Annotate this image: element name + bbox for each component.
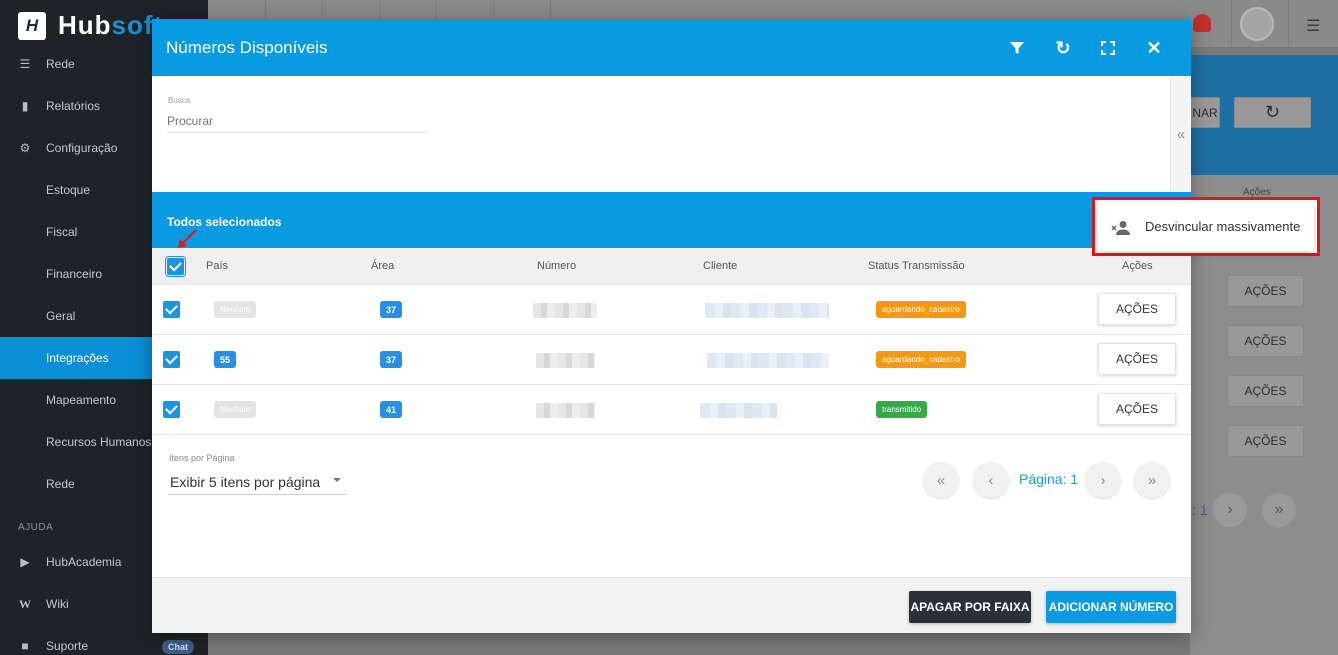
refresh-icon[interactable]: ↻ [1052,37,1074,59]
column-header-acoes: Ações [1122,260,1153,272]
add-number-button[interactable]: ADICIONAR NÚMERO [1046,591,1176,623]
logo-text-hub: Hub [58,10,112,40]
next-page-icon[interactable]: › [1085,462,1121,498]
menu-list-icon[interactable]: ☰ [1306,16,1320,36]
delete-range-button[interactable]: APAGAR POR FAIXA [909,591,1031,623]
column-header-cliente: Cliente [703,260,738,272]
row-checkbox[interactable] [163,351,180,368]
modal-title: Números Disponíveis [166,37,328,57]
bulk-actions-menu: Desvincular massivamente [1092,197,1320,256]
bulk-unlink-label: Desvincular massivamente [1145,219,1301,234]
bg-acoes-button[interactable]: AÇÕES [1227,375,1304,407]
server-icon: ☰ [19,57,31,71]
collapse-panel-icon[interactable]: « [1170,76,1191,192]
last-page-icon[interactable]: » [1134,462,1170,498]
search-input[interactable] [167,109,427,133]
logo[interactable]: H Hubsoft [18,10,163,41]
bg-acoes-button[interactable]: AÇÕES [1227,275,1304,307]
notification-bell-icon[interactable] [1193,14,1211,32]
hubsoft-logo-icon: H [18,11,46,40]
items-per-page-select[interactable]: Exibir 5 itens por página [168,469,347,495]
remove-user-icon [1111,221,1130,235]
table-row: 55 37 aguardando_cadastro AÇÕES [152,335,1191,385]
column-header-pais: País [206,260,229,272]
close-icon[interactable]: ✕ [1143,37,1165,59]
modal-footer: APAGAR POR FAIXA ADICIONAR NÚMERO [152,577,1191,633]
area-badge: 37 [380,351,403,368]
select-all-checkbox[interactable] [165,256,186,277]
selection-status-text: Todos selecionados [167,215,282,229]
bg-next-page-icon[interactable]: › [1213,493,1247,527]
user-avatar[interactable] [1240,7,1274,41]
country-badge: Nenhum [214,401,257,418]
redacted-number [536,353,595,368]
document-icon: ▮ [21,99,29,113]
filter-icon[interactable] [1006,37,1028,59]
bulk-unlink-menu-item[interactable]: Desvincular massivamente [1098,203,1314,251]
country-badge: Nenhum [214,301,257,318]
chat-icon: ■ [21,639,29,653]
search-label: Busca [168,96,191,105]
gear-icon: ⚙ [19,141,31,155]
status-badge: aguardando_cadastro [876,301,966,318]
youtube-icon: ▶ [20,555,30,569]
redacted-number [536,403,595,418]
row-checkbox[interactable] [163,401,180,418]
row-checkbox[interactable] [163,301,180,318]
column-header-area: Área [371,260,395,272]
page-indicator: Página: 1 [1019,471,1079,487]
redacted-number [533,303,597,318]
status-badge: aguardando_cadastro [876,351,966,368]
bg-refresh-button[interactable]: ↻ [1234,97,1311,128]
bg-partial-button[interactable]: NAR [1190,97,1220,128]
caret-down-icon [333,478,341,482]
column-header-numero: Número [537,260,577,272]
redacted-client-link[interactable] [705,303,829,318]
actions-button[interactable]: AÇÕES [1098,393,1176,425]
area-badge: 41 [380,401,403,418]
search-area: Busca [152,76,1170,192]
chat-badge: Chat [162,640,194,654]
section-ajuda: AJUDA [18,522,54,533]
column-header-status: Status Transmissão [868,260,965,272]
items-per-page-label: Itens por Página [169,453,235,463]
modal-header: Números Disponíveis [152,19,1191,76]
actions-button[interactable]: AÇÕES [1098,293,1176,325]
table-row: Nenhum 37 aguardando_cadastro AÇÕES [152,285,1191,335]
available-numbers-modal: Números Disponíveis ↻ ✕ Busca « Todos se… [152,19,1191,633]
previous-page-icon[interactable]: ‹ [973,462,1009,498]
redacted-client-link[interactable] [707,353,829,368]
table-header: País Área Número Cliente Status Transmis… [152,248,1191,285]
annotation-arrow-icon [178,229,197,248]
bg-acoes-button[interactable]: AÇÕES [1227,325,1304,357]
wikipedia-icon: W [19,596,31,611]
redacted-client-link[interactable] [700,403,777,418]
status-badge: transmitido [876,401,928,418]
first-page-icon[interactable]: « [923,462,959,498]
table-row: Nenhum 41 transmitido AÇÕES [152,385,1191,435]
actions-button[interactable]: AÇÕES [1098,343,1176,375]
selection-bar: Todos selecionados [152,192,1191,248]
bg-acoes-button[interactable]: AÇÕES [1227,425,1304,457]
country-badge: 55 [214,351,237,368]
fullscreen-icon[interactable] [1097,37,1119,59]
area-badge: 37 [380,301,403,318]
bg-page-label: : 1 [1192,502,1208,518]
bg-last-page-icon[interactable]: » [1262,493,1296,527]
